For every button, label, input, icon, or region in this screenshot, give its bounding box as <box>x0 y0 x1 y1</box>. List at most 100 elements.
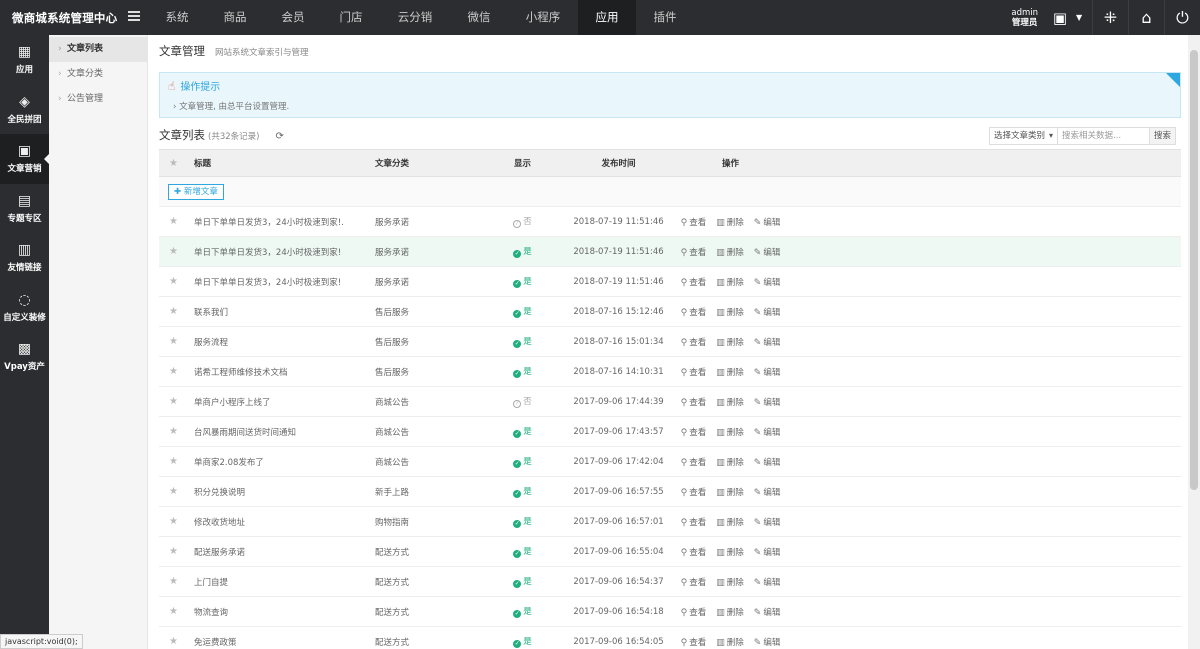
star-icon[interactable]: ★ <box>159 546 188 557</box>
show-toggle[interactable]: ✓ 是 <box>479 605 566 618</box>
add-article-button[interactable]: ✚ 新增文章 <box>168 183 224 200</box>
table-row[interactable]: ★ 单商家2.08发布了 商城公告 ✓ 是 2017-09-06 17:42:04 ⚲ 查看 ▥… <box>159 447 1181 477</box>
view-button[interactable]: ⚲ 查看 <box>681 276 707 288</box>
edit-button[interactable]: ✎ 编辑 <box>754 606 781 618</box>
show-toggle[interactable]: ✓ 是 <box>479 455 566 468</box>
view-button[interactable]: ⚲ 查看 <box>681 426 707 438</box>
nav-item-goods[interactable]: 商品 <box>206 0 264 35</box>
show-toggle[interactable]: ✓ 是 <box>479 635 566 648</box>
delete-button[interactable]: ▥ 删除 <box>716 246 744 258</box>
show-toggle[interactable]: ✓ 是 <box>479 305 566 318</box>
show-toggle[interactable]: ✓ 是 <box>479 275 566 288</box>
sidebar-item-decorate[interactable]: ◌ 自定义装修 <box>0 283 49 333</box>
table-row[interactable]: ★ 物流查询 配送方式 ✓ 是 2017-09-06 16:54:18 ⚲ 查看 ▥ 删除 ✎ 编辑 <box>159 597 1181 627</box>
edit-button[interactable]: ✎ 编辑 <box>754 336 781 348</box>
id-card-icon[interactable]: ▣ <box>1044 0 1076 35</box>
search-button[interactable]: 搜索 <box>1150 127 1176 145</box>
sidebar-item-links[interactable]: ▥ 友情链接 <box>0 233 49 283</box>
view-button[interactable]: ⚲ 查看 <box>681 606 707 618</box>
view-button[interactable]: ⚲ 查看 <box>681 396 707 408</box>
table-row[interactable]: ★ 单日下单单日发货3，24小时极速到家! 服务承诺 ✓ 是 2018-07-19 11:… <box>159 237 1181 267</box>
edit-button[interactable]: ✎ 编辑 <box>754 576 781 588</box>
edit-button[interactable]: ✎ 编辑 <box>754 306 781 318</box>
nav-item-system[interactable]: 系统 <box>148 0 206 35</box>
table-row[interactable]: ★ 修改收货地址 购物指南 ✓ 是 2017-09-06 16:57:01 ⚲ 查看 ▥ 删除 ✎ 编… <box>159 507 1181 537</box>
show-toggle[interactable]: ✓ 是 <box>479 485 566 498</box>
view-button[interactable]: ⚲ 查看 <box>681 546 707 558</box>
view-button[interactable]: ⚲ 查看 <box>681 216 707 228</box>
nav-item-plugins[interactable]: 插件 <box>636 0 694 35</box>
star-icon[interactable]: ★ <box>159 276 188 287</box>
nav-item-apps[interactable]: 应用 <box>578 0 636 35</box>
star-icon[interactable]: ★ <box>159 486 188 497</box>
delete-button[interactable]: ▥ 删除 <box>716 396 744 408</box>
user-block[interactable]: admin 管理员 <box>1011 8 1038 28</box>
edit-button[interactable]: ✎ 编辑 <box>754 486 781 498</box>
show-toggle[interactable]: ✓ 是 <box>479 245 566 258</box>
edit-button[interactable]: ✎ 编辑 <box>754 216 781 228</box>
subnav-item-notice[interactable]: 公告管理 <box>49 87 147 112</box>
show-toggle[interactable]: ✓ 是 <box>479 575 566 588</box>
view-button[interactable]: ⚲ 查看 <box>681 486 707 498</box>
edit-button[interactable]: ✎ 编辑 <box>754 366 781 378</box>
tips-header[interactable]: ☝ 操作提示 <box>168 78 220 94</box>
star-icon[interactable]: ★ <box>159 396 188 407</box>
edit-button[interactable]: ✎ 编辑 <box>754 276 781 288</box>
sidebar-item-group-buy[interactable]: ◈ 全民拼团 <box>0 85 49 135</box>
nav-item-distribution[interactable]: 云分销 <box>380 0 450 35</box>
star-icon[interactable]: ★ <box>159 426 188 437</box>
table-row[interactable]: ★ 诺希工程师维修技术文档 售后服务 ✓ 是 2018-07-16 14:10:31 ⚲ 查看… <box>159 357 1181 387</box>
nav-item-wechat[interactable]: 微信 <box>450 0 508 35</box>
table-row[interactable]: ★ 台风暴雨期间送货时间通知 商城公告 ✓ 是 2017-09-06 17:43:57 ⚲ 查… <box>159 417 1181 447</box>
dots-icon[interactable]: ⁜ <box>1092 0 1128 35</box>
delete-button[interactable]: ▥ 删除 <box>716 486 744 498</box>
show-toggle[interactable]: ✓ 是 <box>479 335 566 348</box>
delete-button[interactable]: ▥ 删除 <box>716 426 744 438</box>
show-toggle[interactable]: ✓ 是 <box>479 545 566 558</box>
corner-fold-icon[interactable] <box>1166 73 1180 87</box>
nav-item-members[interactable]: 会员 <box>264 0 322 35</box>
subnav-item-article-list[interactable]: 文章列表 <box>49 37 147 62</box>
star-icon[interactable]: ★ <box>159 456 188 467</box>
star-icon[interactable]: ★ <box>159 366 188 377</box>
table-row[interactable]: ★ 服务流程 售后服务 ✓ 是 2018-07-16 15:01:34 ⚲ 查看 ▥ 删除 ✎ 编辑 <box>159 327 1181 357</box>
view-button[interactable]: ⚲ 查看 <box>681 306 707 318</box>
edit-button[interactable]: ✎ 编辑 <box>754 246 781 258</box>
delete-button[interactable]: ▥ 删除 <box>716 336 744 348</box>
view-button[interactable]: ⚲ 查看 <box>681 636 707 648</box>
delete-button[interactable]: ▥ 删除 <box>716 366 744 378</box>
delete-button[interactable]: ▥ 删除 <box>716 216 744 228</box>
table-row[interactable]: ★ 积分兑换说明 新手上路 ✓ 是 2017-09-06 16:57:55 ⚲ 查看 ▥ 删除 ✎ 编… <box>159 477 1181 507</box>
show-toggle[interactable]: ✓ 是 <box>479 425 566 438</box>
star-icon[interactable]: ★ <box>159 636 188 647</box>
edit-button[interactable]: ✎ 编辑 <box>754 636 781 648</box>
sidebar-item-article-marketing[interactable]: ▣ 文章营销 <box>0 134 49 184</box>
delete-button[interactable]: ▥ 删除 <box>716 636 744 648</box>
sidebar-item-vpay[interactable]: ▩ Vpay资产 <box>0 332 49 382</box>
view-button[interactable]: ⚲ 查看 <box>681 366 707 378</box>
delete-button[interactable]: ▥ 删除 <box>716 276 744 288</box>
delete-button[interactable]: ▥ 删除 <box>716 516 744 528</box>
sidebar-item-topics[interactable]: ▤ 专题专区 <box>0 184 49 234</box>
show-toggle[interactable]: ⁄ 否 <box>479 215 566 228</box>
nav-item-miniapp[interactable]: 小程序 <box>508 0 578 35</box>
edit-button[interactable]: ✎ 编辑 <box>754 546 781 558</box>
view-button[interactable]: ⚲ 查看 <box>681 336 707 348</box>
table-row[interactable]: ★ 免运费政策 配送方式 ✓ 是 2017-09-06 16:54:05 ⚲ 查看 ▥ 删除 ✎ 编辑 <box>159 627 1181 649</box>
star-icon[interactable]: ★ <box>159 516 188 527</box>
category-select[interactable]: 选择文章类别 ▾ <box>989 127 1058 145</box>
table-row[interactable]: ★ 联系我们 售后服务 ✓ 是 2018-07-16 15:12:46 ⚲ 查看 ▥ 删除 ✎ 编辑 <box>159 297 1181 327</box>
table-row[interactable]: ★ 单日下单单日发货3，24小时极速到家!. 服务承诺 ⁄ 否 2018-07-19 11… <box>159 207 1181 237</box>
scrollbar-thumb[interactable] <box>1190 50 1198 490</box>
view-button[interactable]: ⚲ 查看 <box>681 516 707 528</box>
table-row[interactable]: ★ 单商户小程序上线了 商城公告 ⁄ 否 2017-09-06 17:44:39 ⚲ 查看 ▥ 删… <box>159 387 1181 417</box>
refresh-icon[interactable]: ⟳ <box>275 131 283 142</box>
star-icon[interactable]: ★ <box>159 306 188 317</box>
home-icon[interactable]: ⌂ <box>1128 0 1164 35</box>
show-toggle[interactable]: ⁄ 否 <box>479 395 566 408</box>
nav-item-stores[interactable]: 门店 <box>322 0 380 35</box>
view-button[interactable]: ⚲ 查看 <box>681 246 707 258</box>
edit-button[interactable]: ✎ 编辑 <box>754 396 781 408</box>
power-icon[interactable]: ⏻ <box>1164 0 1200 35</box>
delete-button[interactable]: ▥ 删除 <box>716 606 744 618</box>
